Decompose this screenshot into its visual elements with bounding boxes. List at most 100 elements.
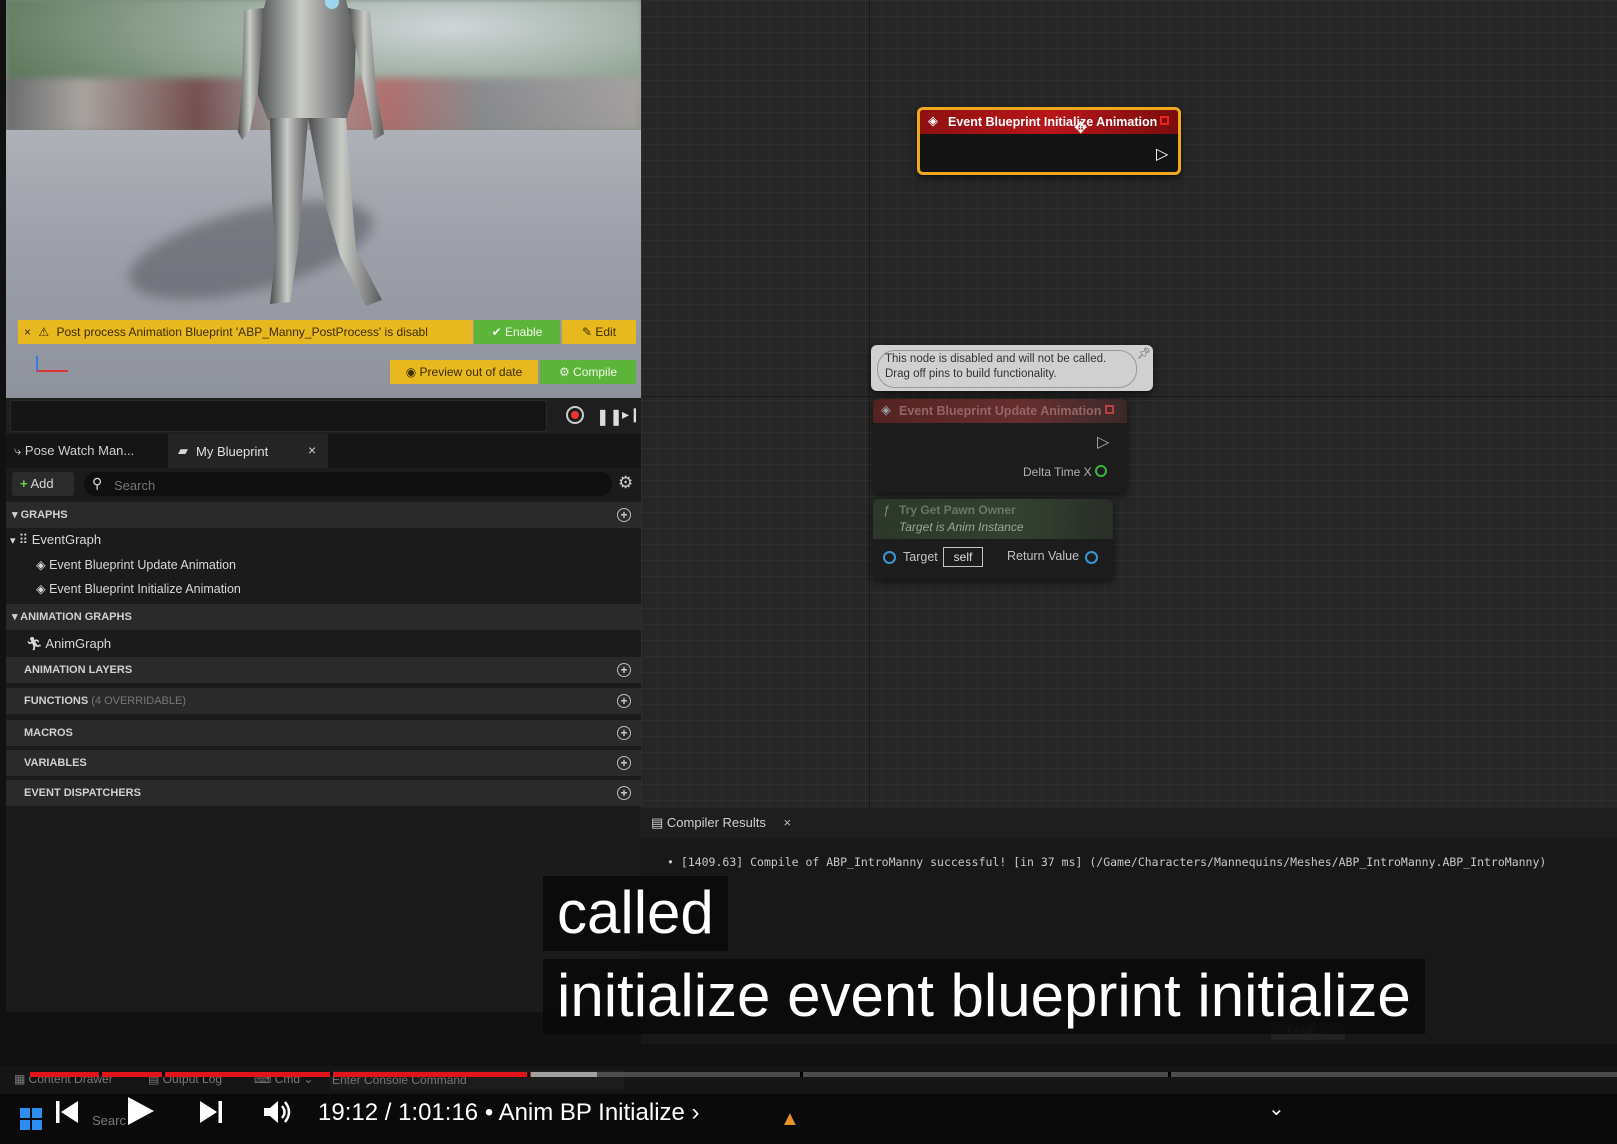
delta-time-pin[interactable] — [1095, 465, 1107, 477]
play-button[interactable] — [124, 1094, 156, 1128]
collapse-arrow-icon: ▾ — [12, 611, 21, 623]
add-variable-icon[interactable]: + — [617, 756, 631, 770]
node-header: ◈ Event Blueprint Initialize Animation — [920, 110, 1178, 134]
delegate-pin-icon[interactable] — [1160, 116, 1169, 125]
skip-next-icon — [200, 1101, 222, 1123]
pawn-node-subtitle: Target is Anim Instance — [899, 520, 1024, 534]
volume-icon — [264, 1101, 291, 1123]
event-initialize-node[interactable]: ◈ Event Blueprint Initialize Animation ▷… — [917, 107, 1181, 175]
add-dispatcher-icon[interactable]: + — [617, 786, 631, 800]
enable-label: Enable — [505, 325, 543, 339]
grid-axis-horizontal — [641, 396, 1617, 397]
graphs-label: GRAPHS — [20, 509, 68, 521]
node-header: ƒ Try Get Pawn Owner Target is Anim Inst… — [873, 499, 1113, 539]
close-x-icon[interactable]: × — [24, 325, 31, 339]
graphs-section-header[interactable]: ▾ GRAPHS + — [6, 502, 641, 528]
volume-button[interactable] — [262, 1098, 296, 1126]
chevron-right-icon: › — [691, 1099, 700, 1126]
windows-start-icon[interactable] — [20, 1108, 42, 1130]
comment-line-1: This node is disabled and will not be ca… — [885, 353, 1107, 365]
plus-icon: + — [20, 476, 28, 491]
update-node-title: Event Blueprint Update Animation — [899, 404, 1102, 418]
add-layer-icon[interactable]: + — [617, 663, 631, 677]
postprocess-warning: × ⚠ Post process Animation Blueprint 'AB… — [18, 320, 473, 344]
move-cursor-icon: ✥ — [1074, 120, 1088, 137]
return-value-pin[interactable] — [1085, 551, 1098, 564]
graph-icon: ⠿ — [18, 532, 32, 547]
progress-played — [30, 1072, 532, 1077]
compile-message-text: [1409.63] Compile of ABP_IntroManny succ… — [680, 855, 1547, 869]
close-tab-icon[interactable]: × — [784, 815, 792, 830]
preview-viewport[interactable]: × ⚠ Post process Animation Blueprint 'AB… — [6, 0, 641, 398]
search-box[interactable]: ⚲ — [84, 472, 612, 496]
video-progress-bar[interactable] — [30, 1072, 1617, 1077]
search-input[interactable] — [112, 475, 596, 495]
event-initialize-item[interactable]: ◈ Event Blueprint Initialize Animation — [36, 581, 241, 596]
variables-header[interactable]: VARIABLES + — [6, 750, 641, 776]
subtitle-caption: called initialize event blueprint initia… — [543, 876, 1425, 1034]
record-button[interactable] — [566, 406, 584, 424]
time-display: 19:12 / 1:01:16 — [318, 1099, 479, 1126]
axis-gizmo — [36, 356, 68, 372]
event-graph-item[interactable]: ▾ ⠿ EventGraph — [10, 532, 101, 548]
pose-watch-icon: ⤷ — [14, 443, 25, 458]
node-header: ◈ Event Blueprint Update Animation — [873, 399, 1127, 423]
grid-axis-vertical — [869, 0, 870, 808]
tab-compiler-results[interactable]: ▤ Compiler Results × — [651, 815, 791, 831]
add-graph-icon[interactable]: + — [617, 508, 631, 522]
functions-label: FUNCTIONS — [24, 695, 89, 707]
settings-gear-icon[interactable]: ⚙ — [618, 473, 633, 493]
running-man-icon: 🏃︎ — [26, 636, 46, 651]
exec-out-pin[interactable]: ▷ — [1097, 432, 1109, 452]
previous-button[interactable] — [54, 1098, 80, 1126]
try-get-pawn-owner-node[interactable]: ƒ Try Get Pawn Owner Target is Anim Inst… — [873, 499, 1113, 579]
chapter-marker — [800, 1072, 803, 1077]
chapter-marker — [162, 1072, 165, 1077]
event-graph-canvas[interactable]: ◈ Event Blueprint Initialize Animation ▷… — [641, 0, 1617, 808]
step-forward-icon[interactable]: ▸❙ — [622, 406, 641, 423]
pause-icon[interactable]: ❚❚ — [596, 407, 623, 427]
event-initialize-label: Event Blueprint Initialize Animation — [49, 582, 241, 596]
target-pin[interactable] — [883, 551, 896, 564]
close-tab-icon[interactable]: × — [308, 442, 316, 458]
exec-out-pin[interactable]: ▷ — [1156, 144, 1168, 164]
event-update-item[interactable]: ◈ Event Blueprint Update Animation — [36, 557, 236, 572]
vlc-cone-icon[interactable]: ▲ — [780, 1108, 800, 1131]
compile-button[interactable]: ⚙ Compile — [540, 360, 636, 384]
delegate-pin-icon[interactable] — [1105, 405, 1114, 414]
enable-button[interactable]: ✔ Enable — [474, 320, 560, 344]
chevron-down-icon[interactable]: ⌄ — [1268, 1096, 1285, 1121]
anim-graph-label: AnimGraph — [45, 636, 112, 651]
animation-graphs-header[interactable]: ▾ ANIMATION GRAPHS — [6, 604, 641, 630]
disabled-comment-bubble: This node is disabled and will not be ca… — [871, 345, 1153, 391]
target-self-field[interactable]: self — [943, 547, 983, 567]
add-button[interactable]: + Add — [12, 472, 74, 496]
function-icon: ƒ — [883, 503, 890, 517]
init-node-title: Event Blueprint Initialize Animation — [948, 115, 1158, 129]
warning-icon: ⚠ — [38, 325, 50, 339]
add-function-icon[interactable]: + — [617, 694, 631, 708]
caption-line-1: called — [543, 876, 728, 951]
compile-label: Compile — [573, 365, 618, 379]
caption-line-2: initialize event blueprint initialize — [543, 959, 1425, 1034]
anim-graph-item[interactable]: 🏃︎ AnimGraph — [26, 636, 111, 652]
pin-icon[interactable]: 📌︎ — [1137, 347, 1151, 360]
animation-layers-label: ANIMATION LAYERS — [24, 664, 133, 676]
edit-button[interactable]: ✎ Edit — [562, 320, 636, 344]
next-button[interactable] — [198, 1098, 224, 1126]
functions-header[interactable]: FUNCTIONS (4 OVERRIDABLE) + — [6, 688, 641, 714]
tab-pose-watch[interactable]: ⤷ Pose Watch Man... — [14, 443, 134, 459]
add-macro-icon[interactable]: + — [617, 726, 631, 740]
macros-header[interactable]: MACROS + — [6, 720, 641, 746]
animation-layers-header[interactable]: ANIMATION LAYERS + — [6, 657, 641, 683]
compile-message: • [1409.63] Compile of ABP_IntroManny su… — [667, 855, 1546, 869]
time-chapter-display[interactable]: 19:12 / 1:01:16 • Anim BP Initialize › — [318, 1099, 700, 1127]
event-dispatchers-header[interactable]: EVENT DISPATCHERS + — [6, 780, 641, 806]
event-diamond-icon: ◈ — [928, 113, 938, 128]
compiler-tab-label: Compiler Results — [666, 815, 766, 830]
taskbar-search[interactable]: Searc — [92, 1113, 126, 1128]
tab-my-blueprint[interactable]: ▰ My Blueprint × — [168, 434, 328, 468]
preview-out-of-date: ◉ Preview out of date — [390, 360, 538, 384]
timeline-bar[interactable] — [10, 400, 547, 432]
event-update-node[interactable]: ◈ Event Blueprint Update Animation ▷ Del… — [873, 399, 1127, 493]
